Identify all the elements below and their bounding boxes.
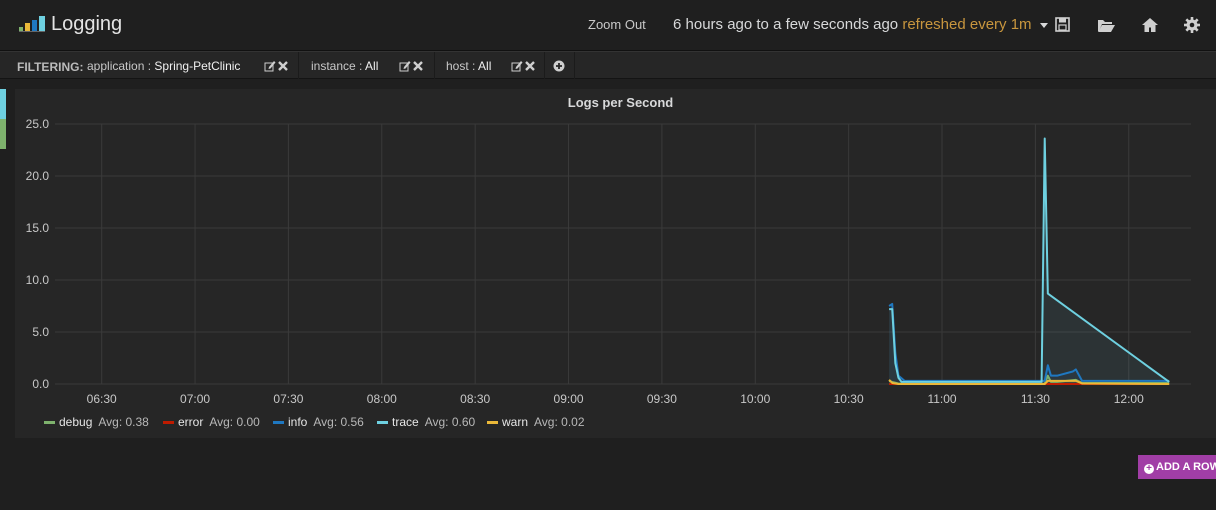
- legend-avg: Avg: 0.60: [424, 415, 476, 429]
- series-area-trace: [889, 138, 1170, 384]
- legend-item-debug[interactable]: debug Avg: 0.38: [44, 415, 149, 429]
- legend-item-info[interactable]: info Avg: 0.56: [273, 415, 364, 429]
- series-line-trace: [889, 137, 1170, 383]
- legend-item-error[interactable]: error Avg: 0.00: [163, 415, 260, 429]
- x-tick-label: 10:00: [740, 392, 770, 406]
- legend-item-trace[interactable]: trace Avg: 0.60: [377, 415, 475, 429]
- x-tick-label: 09:30: [647, 392, 677, 406]
- legend-avg: Avg: 0.56: [313, 415, 364, 429]
- x-tick-label: 12:00: [1114, 392, 1144, 406]
- add-row-label: ADD A ROW: [1156, 461, 1216, 473]
- legend-avg: Avg: 0.02: [534, 415, 585, 429]
- y-tick-label: 15.0: [26, 221, 50, 235]
- x-tick-label: 10:30: [834, 392, 864, 406]
- y-tick-label: 10.0: [26, 273, 50, 287]
- legend-swatch: [487, 421, 498, 425]
- x-tick-label: 07:00: [180, 392, 210, 406]
- legend-swatch: [44, 421, 55, 425]
- legend-label: info: [288, 415, 308, 429]
- legend-swatch: [377, 421, 388, 425]
- x-tick-label: 08:00: [367, 392, 397, 406]
- x-tick-label: 09:00: [554, 392, 584, 406]
- legend-swatch: [273, 421, 284, 425]
- legend-label: trace: [392, 415, 419, 429]
- legend-label: error: [178, 415, 204, 429]
- logs-per-second-chart[interactable]: 0.0 5.0 10.0 15.0 20.0 25.0 06:30 07:00 07:30 08:…: [0, 0, 1216, 440]
- x-tick-label: 11:00: [927, 392, 956, 406]
- legend-label: warn: [502, 415, 529, 429]
- legend-swatch: [163, 421, 174, 425]
- y-tick-label: 0.0: [32, 377, 49, 391]
- legend-item-warn[interactable]: warn Avg: 0.02: [487, 415, 585, 429]
- plus-circle-icon: +: [1144, 464, 1154, 474]
- y-tick-label: 5.0: [32, 325, 49, 339]
- legend-avg: Avg: 0.38: [98, 415, 149, 429]
- x-tick-label: 11:30: [1021, 392, 1050, 406]
- legend-label: debug: [59, 415, 93, 429]
- x-tick-label: 06:30: [87, 392, 117, 406]
- y-tick-label: 20.0: [26, 169, 50, 183]
- y-tick-label: 25.0: [26, 117, 50, 131]
- x-tick-label: 08:30: [460, 392, 490, 406]
- x-tick-label: 07:30: [273, 392, 303, 406]
- add-row-button[interactable]: + ADD A ROW: [1138, 455, 1216, 479]
- legend-avg: Avg: 0.00: [209, 415, 260, 429]
